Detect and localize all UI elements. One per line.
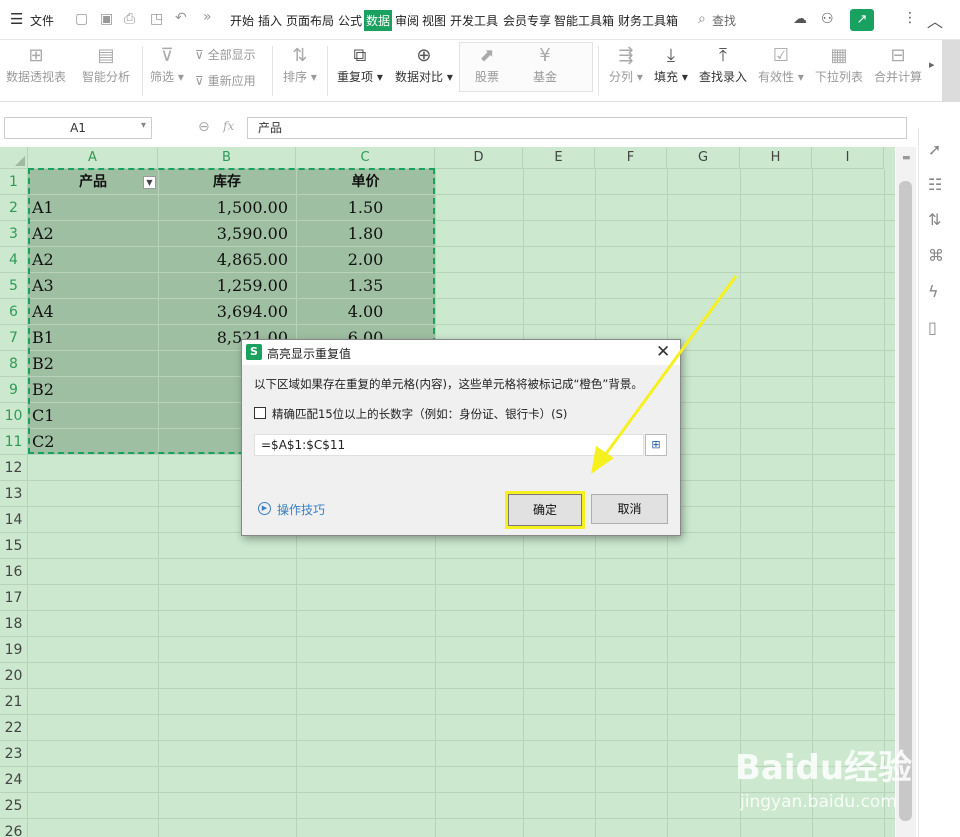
baidu-watermark-logo: Baidu经验: [735, 748, 913, 788]
arrow-head: [591, 446, 614, 474]
annotation-arrow: [591, 275, 738, 474]
arrow-shaft: [598, 275, 738, 463]
baidu-watermark-url: jingyan.baidu.com: [740, 792, 897, 812]
